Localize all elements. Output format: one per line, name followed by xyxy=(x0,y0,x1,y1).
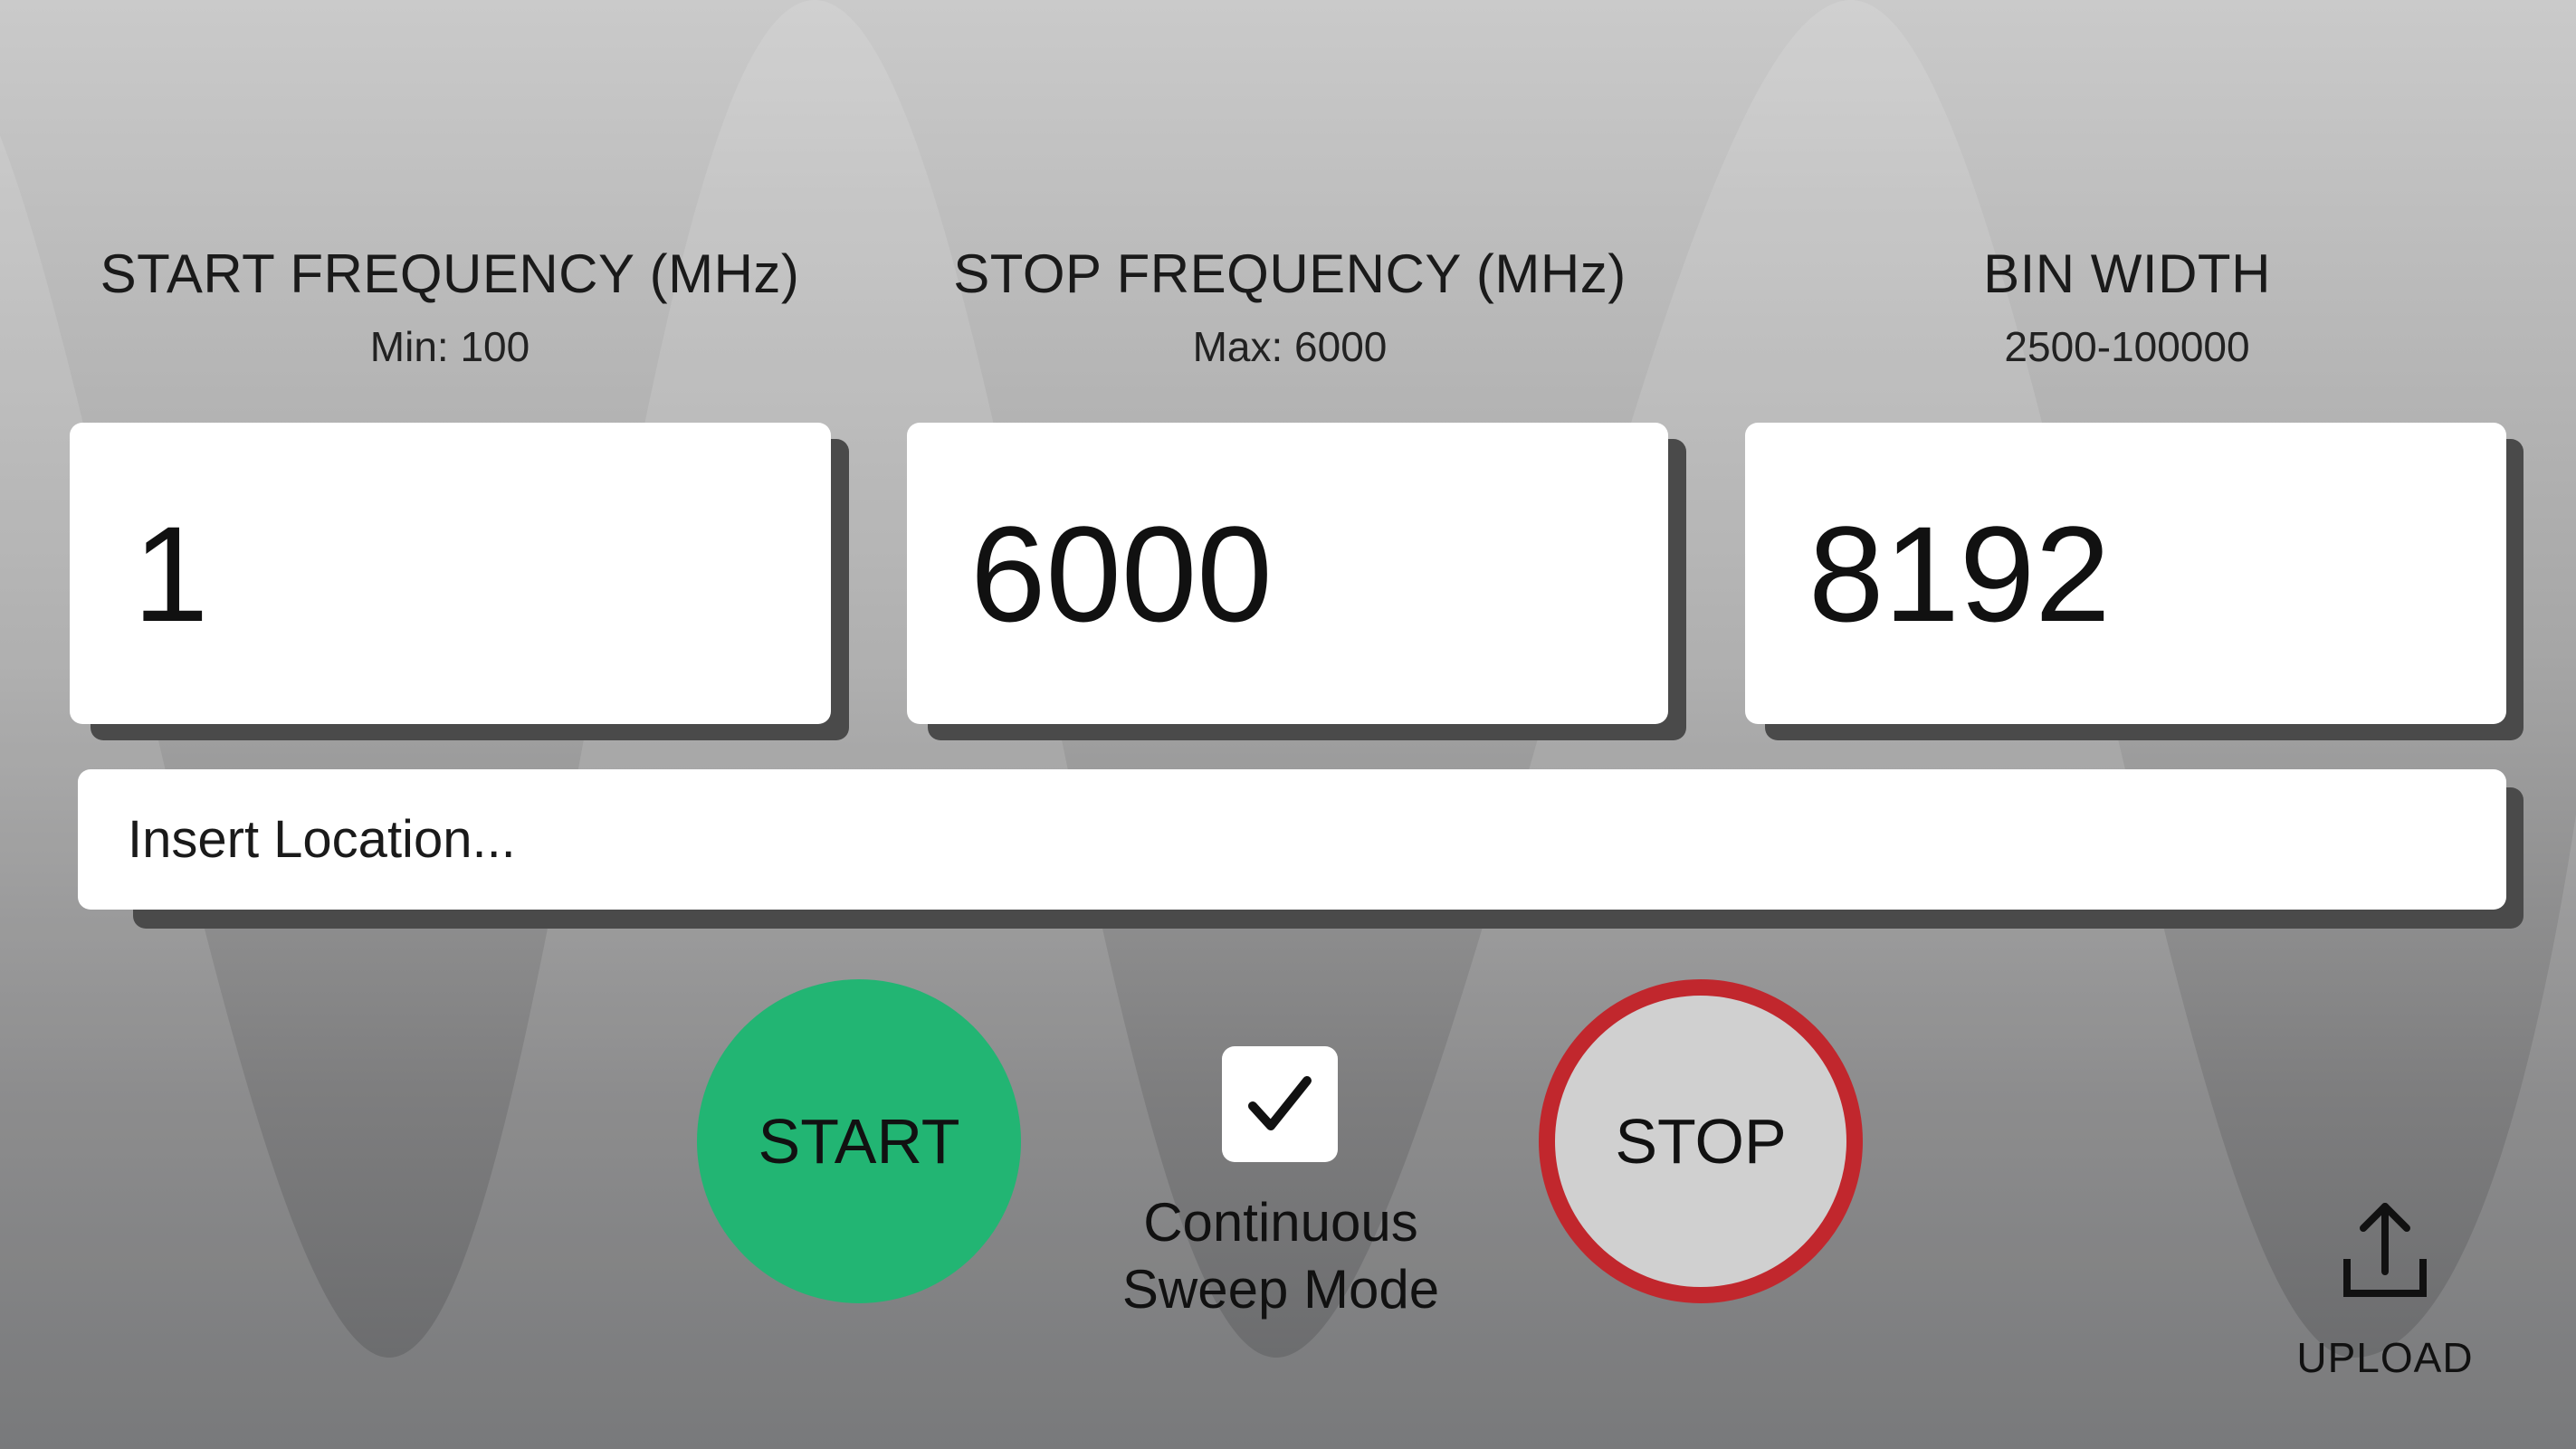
start-frequency-title: START FREQUENCY (MHz) xyxy=(100,243,800,304)
bin-width-input[interactable]: 8192 xyxy=(1745,423,2506,724)
continuous-sweep-label: Continuous Sweep Mode xyxy=(1068,1189,1493,1323)
start-frequency-hint: Min: 100 xyxy=(369,323,530,370)
check-icon xyxy=(1248,1076,1312,1130)
bin-width-value: 8192 xyxy=(1808,497,2111,650)
start-frequency-input[interactable]: 1 xyxy=(70,423,831,724)
upload-label: UPLOAD xyxy=(2296,1334,2474,1381)
bin-width-title: BIN WIDTH xyxy=(1983,243,2271,304)
start-frequency-value: 1 xyxy=(133,497,209,650)
stop-button-label: STOP xyxy=(1615,1106,1787,1177)
continuous-sweep-label-line1: Continuous xyxy=(1143,1192,1418,1253)
continuous-sweep-label-line2: Sweep Mode xyxy=(1121,1259,1440,1320)
stop-frequency-title: STOP FREQUENCY (MHz) xyxy=(953,243,1627,304)
start-button-label: START xyxy=(758,1106,960,1177)
bin-width-hint: 2500-100000 xyxy=(2004,323,2250,370)
stop-frequency-hint: Max: 6000 xyxy=(1192,323,1388,370)
upload-icon xyxy=(2343,1203,2427,1297)
location-input[interactable]: Insert Location... xyxy=(78,769,2506,910)
start-button[interactable]: START xyxy=(697,979,1021,1303)
stop-frequency-value: 6000 xyxy=(970,497,1273,650)
location-placeholder: Insert Location... xyxy=(128,810,516,869)
stop-button[interactable]: STOP xyxy=(1539,979,1863,1303)
stop-frequency-input[interactable]: 6000 xyxy=(907,423,1668,724)
continuous-sweep-checkbox[interactable] xyxy=(1222,1046,1338,1162)
upload-button[interactable]: UPLOAD xyxy=(2281,1199,2489,1389)
